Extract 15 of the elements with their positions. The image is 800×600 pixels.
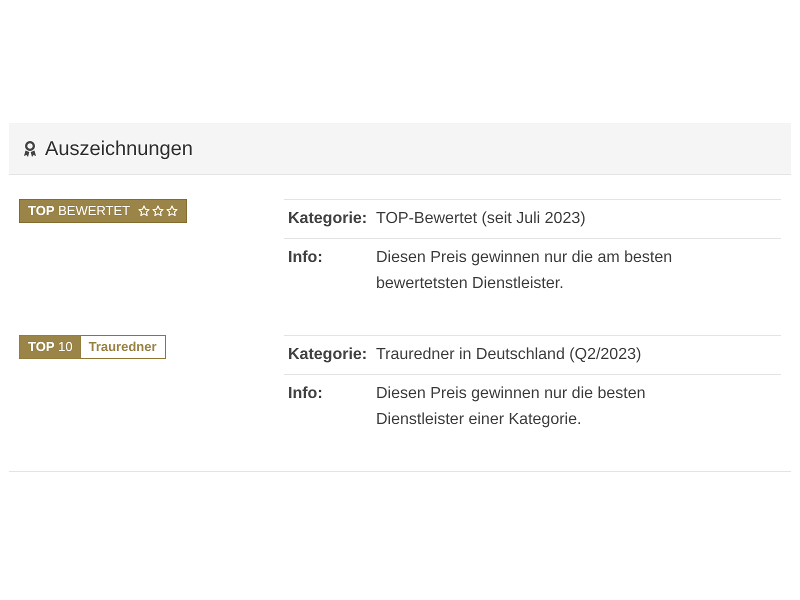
section-title: Auszeichnungen [45,136,193,162]
detail-label: Kategorie: [287,345,368,365]
detail-value: Diesen Preis gewinnen nur die am besten bewertetsten Dienstleister. [376,248,674,294]
award-badge: TOP 10 [20,336,81,358]
award-icon [23,140,37,158]
detail-label: Info: [287,248,324,268]
badge-label: TOP BEWERTET [28,202,130,220]
detail-value: Trauredner in Deutschland (Q2/2023) [376,345,642,365]
detail-label: Info: [287,384,324,404]
detail-value: TOP-Bewertet (seit Juli 2023) [376,209,587,229]
detail-value: Diesen Preis gewinnen nur die besten Dienstleister einer Kategorie. [376,384,646,430]
detail-label: Kategorie: [287,209,368,229]
star-icon [138,205,150,217]
star-icon [152,205,164,217]
star-icon [166,205,178,217]
